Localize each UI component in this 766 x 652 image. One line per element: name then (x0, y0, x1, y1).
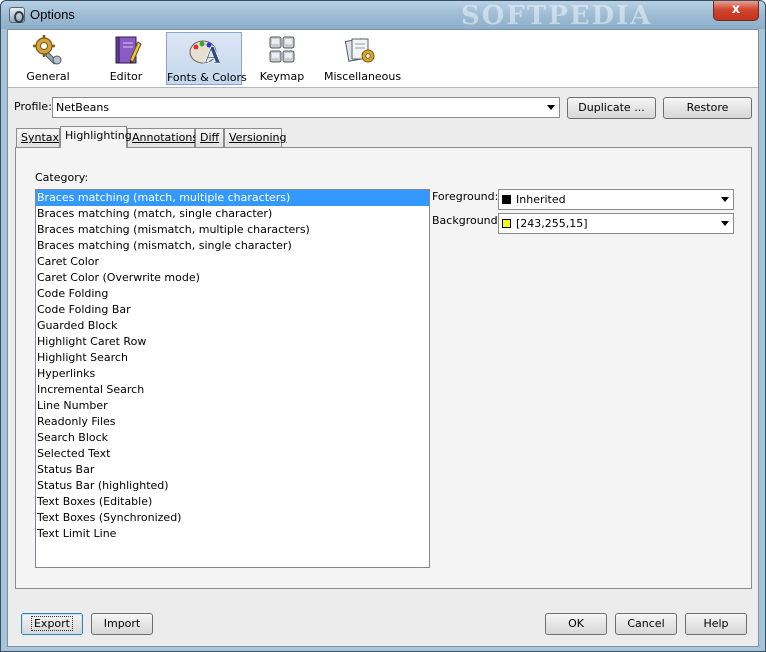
window-title: Options (30, 7, 75, 22)
close-icon: x (731, 2, 741, 17)
tab-annotations[interactable]: Annotations (127, 128, 198, 147)
toolbar-editor-label: Editor (109, 70, 143, 83)
foreground-label: Foreground: (432, 190, 499, 203)
category-list[interactable]: Braces matching (match, multiple charact… (35, 189, 430, 568)
tab-syntax[interactable]: Syntax (16, 128, 60, 147)
duplicate-button[interactable]: Duplicate ... (567, 97, 656, 119)
toolbar-general[interactable]: General (16, 32, 80, 85)
foreground-swatch (502, 195, 511, 204)
list-item[interactable]: Braces matching (match, multiple charact… (36, 190, 429, 206)
list-item[interactable]: Text Boxes (Synchronized) (36, 510, 429, 526)
category-label: Category: (35, 171, 89, 184)
ok-button[interactable]: OK (545, 613, 607, 635)
gear-wrench-icon (33, 35, 62, 65)
list-item[interactable]: Highlight Search (36, 350, 429, 366)
toolbar-fonts-colors-label: Fonts & Colors (167, 71, 247, 84)
tab-versioning[interactable]: Versioning (224, 128, 286, 147)
list-item[interactable]: Caret Color (Overwrite mode) (36, 270, 429, 286)
category-toolbar: General Editor A Fonts & Colors Keymap M… (8, 30, 758, 88)
svg-text:A: A (203, 43, 220, 67)
foreground-value: Inherited (516, 193, 566, 206)
list-item[interactable]: Text Limit Line (36, 526, 429, 542)
toolbar-miscellaneous[interactable]: Miscellaneous (324, 32, 402, 85)
list-item[interactable]: Guarded Block (36, 318, 429, 334)
import-button[interactable]: Import (91, 613, 153, 635)
export-button[interactable]: Export (21, 613, 83, 635)
background-swatch (502, 219, 511, 228)
list-item[interactable]: Highlight Caret Row (36, 334, 429, 350)
chevron-down-icon (721, 221, 729, 226)
keyboard-icon (269, 36, 295, 63)
toolbar-keymap-label: Keymap (259, 70, 305, 83)
list-item[interactable]: Status Bar (36, 462, 429, 478)
list-item[interactable]: Readonly Files (36, 414, 429, 430)
close-button[interactable]: x (713, 1, 759, 21)
notebook-pencil-icon (115, 36, 142, 64)
list-item[interactable]: Line Number (36, 398, 429, 414)
toolbar-miscellaneous-label: Miscellaneous (324, 70, 402, 83)
tab-diff[interactable]: Diff (195, 128, 224, 147)
profile-value: NetBeans (56, 101, 110, 114)
background-combo[interactable]: [243,255,15] (498, 213, 734, 234)
list-item[interactable]: Braces matching (mismatch, single charac… (36, 238, 429, 254)
toolbar-general-label: General (26, 70, 70, 83)
list-item[interactable]: Braces matching (match, single character… (36, 206, 429, 222)
list-item[interactable]: Code Folding (36, 286, 429, 302)
cancel-button[interactable]: Cancel (615, 613, 677, 635)
list-item[interactable]: Hyperlinks (36, 366, 429, 382)
list-item[interactable]: Caret Color (36, 254, 429, 270)
list-item[interactable]: Braces matching (mismatch, multiple char… (36, 222, 429, 238)
chevron-down-icon (547, 105, 555, 110)
font-palette-icon: A (189, 40, 220, 67)
app-icon (9, 7, 25, 23)
highlighting-panel: Category: Braces matching (match, multip… (15, 147, 752, 589)
profile-label: Profile: (14, 100, 52, 113)
watermark: SOFTPEDIA (461, 1, 653, 31)
list-item[interactable]: Text Boxes (Editable) (36, 494, 429, 510)
help-button[interactable]: Help (685, 613, 747, 635)
background-value: [243,255,15] (516, 217, 588, 230)
client-area: General Editor A Fonts & Colors Keymap M… (7, 29, 759, 647)
misc-files-icon (344, 38, 375, 63)
tab-highlighting[interactable]: Highlighting (60, 126, 132, 148)
list-item[interactable]: Incremental Search (36, 382, 429, 398)
list-item[interactable]: Selected Text (36, 446, 429, 462)
options-window: Options SOFTPEDIA x General Editor A Fon… (0, 0, 766, 652)
chevron-down-icon (721, 197, 729, 202)
toolbar-fonts-colors[interactable]: A Fonts & Colors (166, 32, 247, 85)
list-item[interactable]: Status Bar (highlighted) (36, 478, 429, 494)
profile-combo[interactable]: NetBeans (52, 97, 560, 118)
toolbar-keymap[interactable]: Keymap (250, 32, 314, 85)
restore-button[interactable]: Restore (663, 97, 752, 119)
title-bar[interactable]: Options SOFTPEDIA x (1, 1, 765, 31)
list-item[interactable]: Search Block (36, 430, 429, 446)
background-label: Background: (432, 214, 502, 227)
foreground-combo[interactable]: Inherited (498, 189, 734, 210)
toolbar-editor[interactable]: Editor (94, 32, 158, 85)
list-item[interactable]: Code Folding Bar (36, 302, 429, 318)
